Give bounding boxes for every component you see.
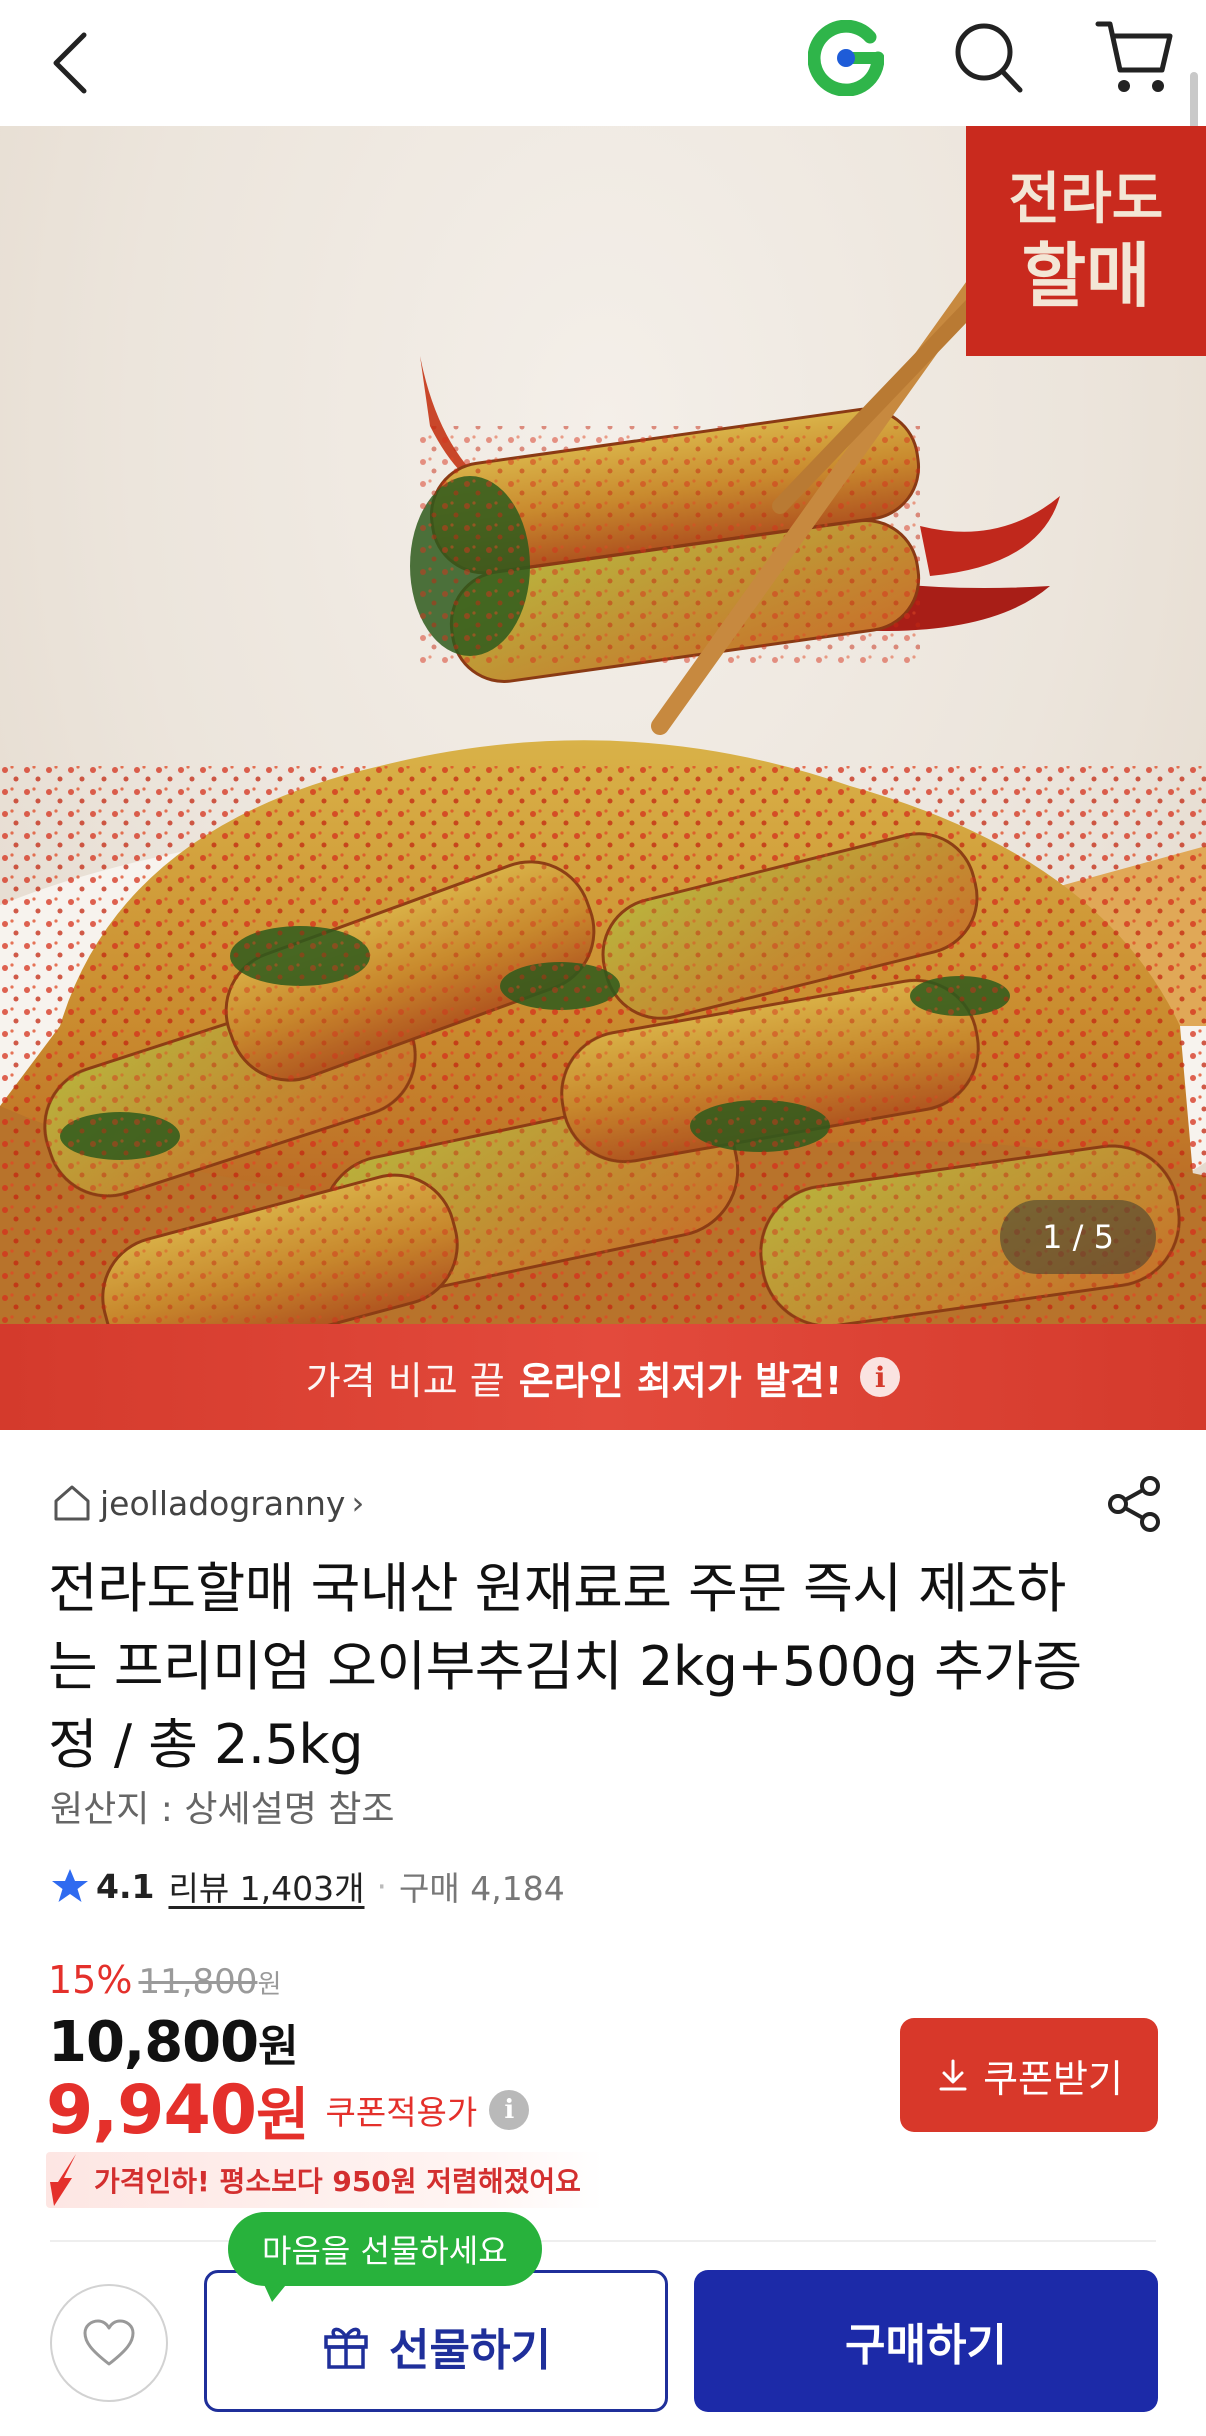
brand-badge: 전라도 할매 (966, 126, 1206, 356)
sale-price-value: 10,800 (48, 2010, 259, 2075)
rating-row: 4.1 리뷰 1,403개 · 구매 4,184 (50, 1862, 565, 1910)
review-link[interactable]: 리뷰 1,403개 (168, 1862, 364, 1910)
separator-dot: · (376, 1866, 388, 1906)
info-icon[interactable]: i (489, 2090, 530, 2130)
original-price-unit: 원 (257, 1970, 282, 2000)
promo-bold-text: 온라인 최저가 발견! (518, 1358, 843, 1403)
promo-light-text: 가격 비교 끝 (305, 1358, 505, 1403)
rating-score: 4.1 (96, 1866, 155, 1906)
seller-name: jeolladogranny (100, 1483, 346, 1523)
top-app-bar (0, 0, 1206, 152)
back-button[interactable] (40, 18, 100, 108)
search-button[interactable] (952, 18, 1026, 98)
heart-icon (83, 2319, 135, 2366)
divider (50, 2240, 1156, 2242)
chevron-left-icon (53, 32, 87, 94)
sale-price-unit: 원 (258, 2021, 298, 2072)
gift-button-label: 선물하기 (389, 2325, 551, 2376)
home-icon (54, 1485, 90, 1521)
price-drop-text: 가격인하! 평소보다 950원 저렴해졌어요 (94, 2165, 581, 2198)
gift-icon (324, 2327, 368, 2369)
origin-info: 원산지 : 상세설명 참조 (50, 1789, 395, 1830)
share-button[interactable] (1104, 1474, 1164, 1534)
info-icon[interactable]: i (860, 1357, 901, 1397)
coupon-price-row: 9,940 원 쿠폰적용가 i (46, 2068, 530, 2152)
down-arrow-icon (50, 2154, 76, 2206)
get-coupon-button[interactable]: 쿠폰받기 (900, 2018, 1158, 2132)
gift-tooltip: 마음을 선물하세요 (228, 2212, 542, 2286)
brand-badge-line2: 할매 (1021, 234, 1151, 317)
original-price: 11,800 (138, 1962, 258, 2002)
seller-link[interactable]: jeolladogranny › (50, 1478, 364, 1528)
search-icon (955, 23, 1023, 93)
cart-icon (1095, 21, 1173, 92)
wishlist-button[interactable] (50, 2284, 168, 2402)
discount-row: 15% 11,800 원 (48, 1958, 281, 2002)
coupon-price-unit: 원 (256, 2081, 310, 2149)
discount-percent: 15% (48, 1958, 133, 2002)
product-image-carousel[interactable]: 전라도 할매 1 / 5 (0, 126, 1206, 1324)
cart-button[interactable] (1094, 14, 1174, 98)
coupon-price-label: 쿠폰적용가 (325, 2093, 478, 2132)
buy-button-label: 구매하기 (845, 2320, 1007, 2371)
brand-badge-line1: 전라도 (1008, 166, 1164, 232)
g-logo-icon[interactable] (807, 19, 885, 97)
lowest-price-banner[interactable]: 가격 비교 끝 온라인 최저가 발견! i (0, 1324, 1206, 1430)
share-icon (1108, 1476, 1160, 1532)
image-counter: 1 / 5 (1000, 1200, 1156, 1274)
chevron-right-icon: › (351, 1484, 365, 1522)
product-title: 전라도할매 국내산 원재료로 주문 즉시 제조하는 프리미엄 오이부추김치 2k… (48, 1557, 1082, 1776)
get-coupon-label: 쿠폰받기 (983, 2056, 1123, 2101)
download-icon (939, 2059, 967, 2091)
purchase-count: 구매 4,184 (399, 1869, 565, 1908)
gift-tooltip-tail (258, 2280, 290, 2302)
star-icon (52, 1869, 88, 1902)
sale-price: 10,800원 (48, 2010, 299, 2075)
price-drop-notice: 가격인하! 평소보다 950원 저렴해졌어요 (46, 2152, 603, 2208)
buy-button[interactable]: 구매하기 (694, 2270, 1158, 2412)
coupon-price-value: 9,940 (46, 2070, 257, 2150)
